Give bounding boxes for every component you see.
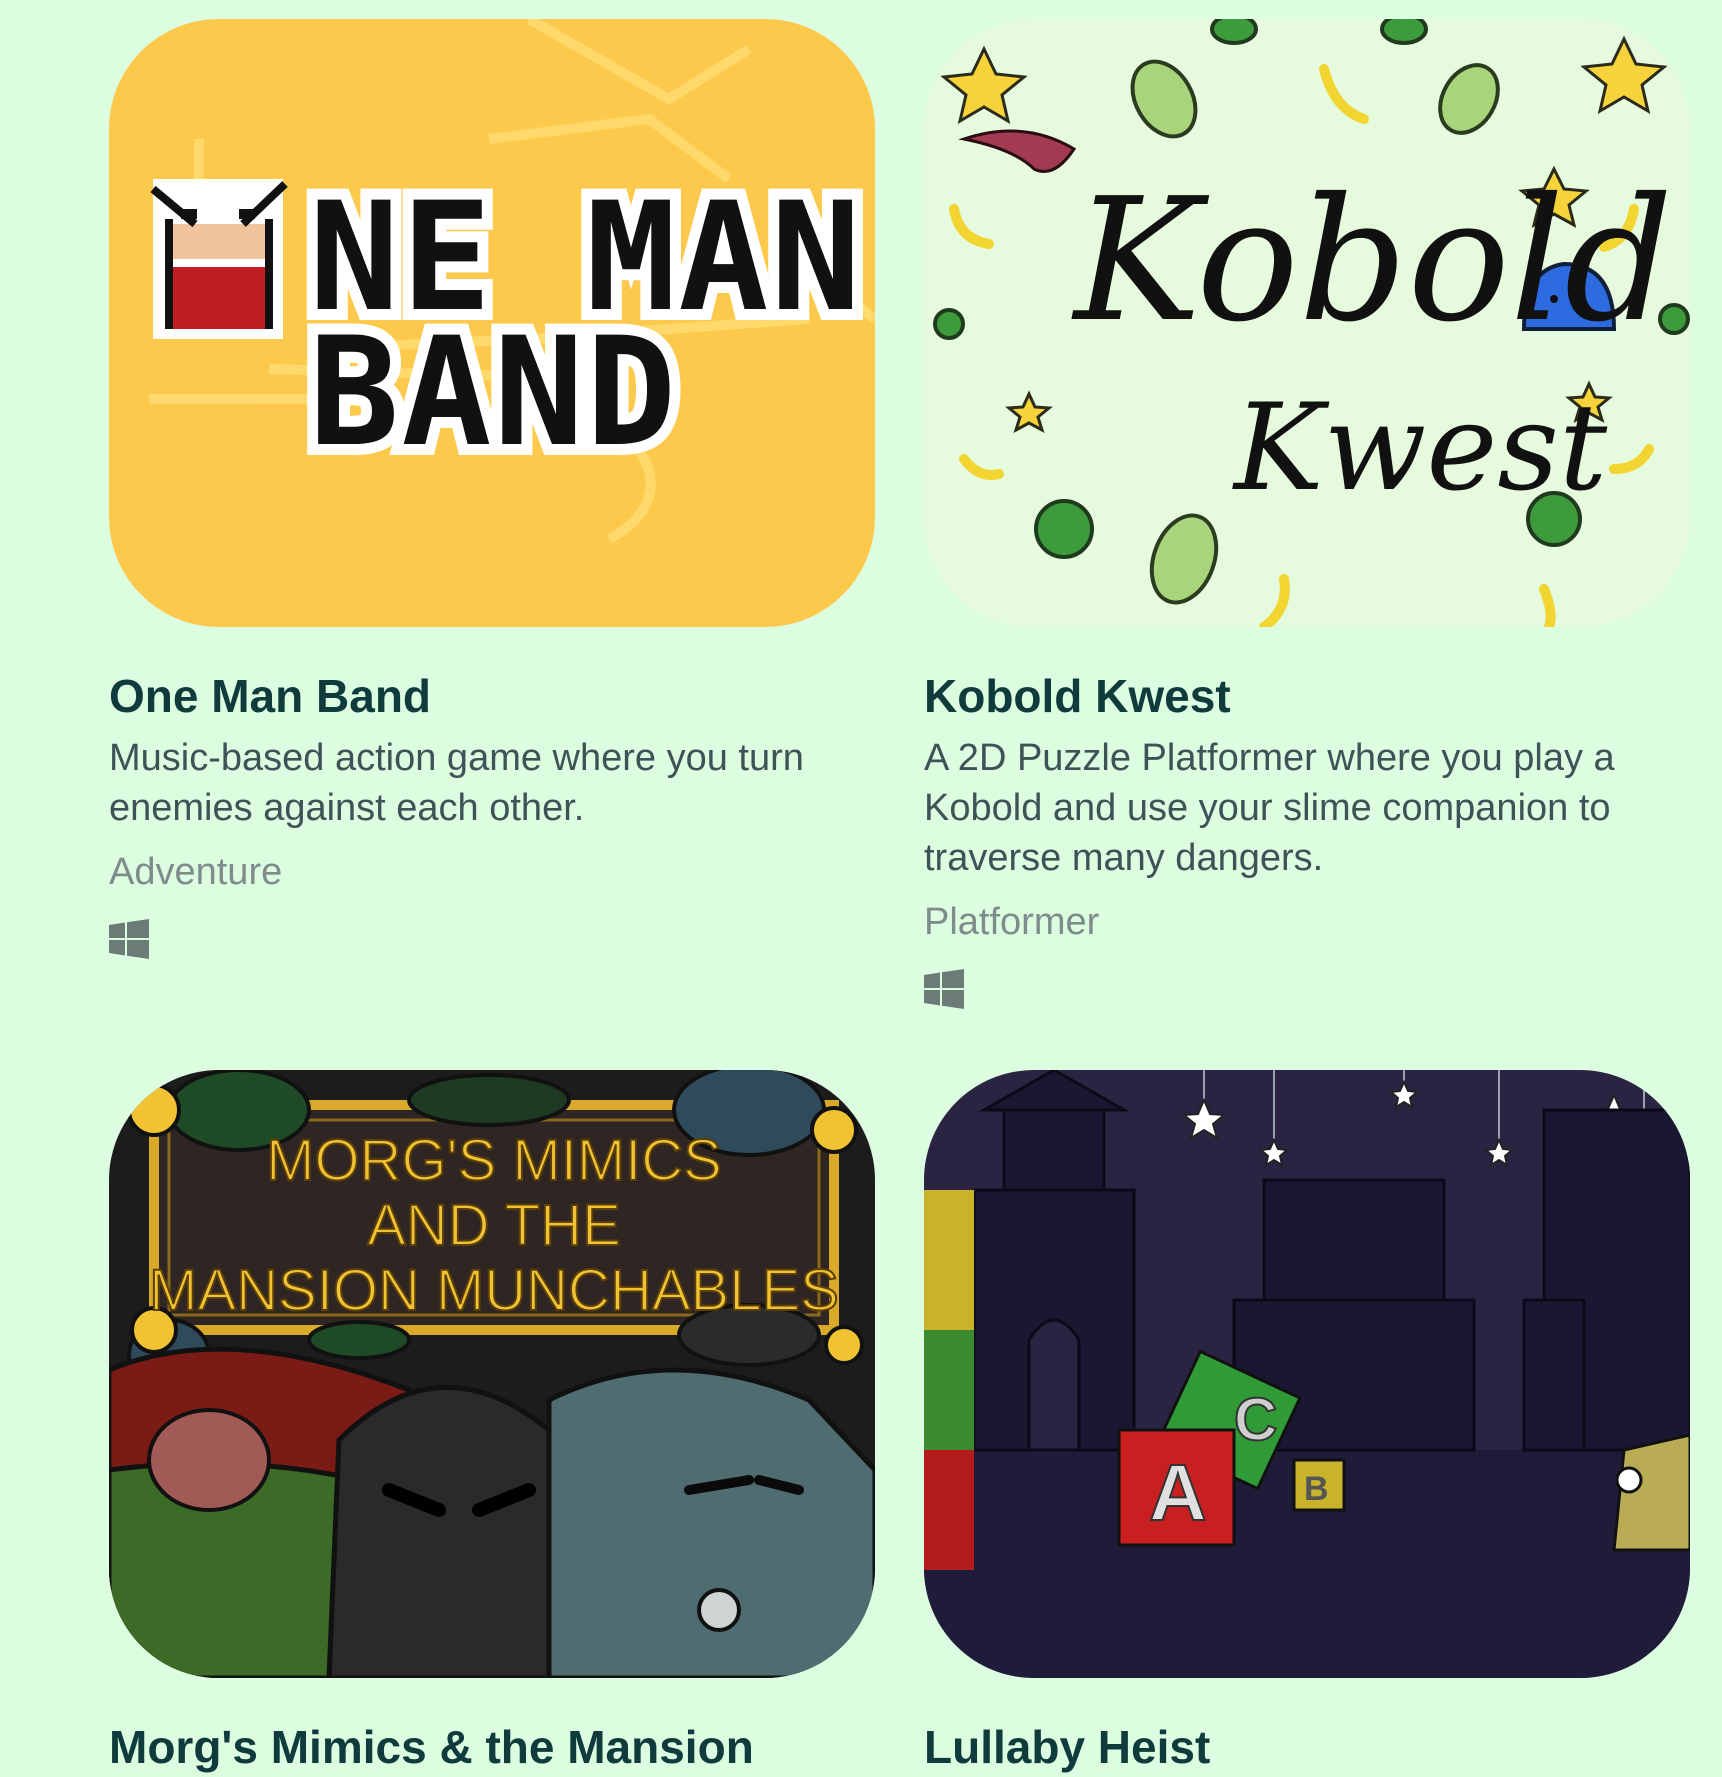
game-description: A 2D Puzzle Platformer where you play a …	[924, 737, 1615, 879]
game-thumbnail-kobold-kwest[interactable]: Kobold Kwest	[924, 19, 1690, 627]
cover-logo-line3: MANSION MUNCHABLES	[149, 1258, 839, 1323]
game-title[interactable]: One Man Band	[109, 627, 875, 725]
kobold-kwest-cover-art: Kobold Kwest	[924, 19, 1690, 627]
game-description: Music-based action game where you turn e…	[109, 737, 804, 829]
lullaby-heist-cover-art: C A B	[924, 1070, 1690, 1678]
game-thumbnail-lullaby-heist[interactable]: C A B	[924, 1070, 1690, 1678]
game-card: Kobold Kwest Kobold Kwest A 2D Puzzle Pl…	[924, 19, 1690, 1009]
one-man-band-cover-art: NE MAN NE MAN BAND BAND	[109, 19, 875, 627]
cover-logo-line1: MORG'S MIMICS	[266, 1128, 722, 1193]
block-letter-c: C	[1234, 1386, 1277, 1453]
game-genre[interactable]: Platformer	[924, 897, 1690, 947]
cover-logo-line2: BAND	[309, 306, 678, 480]
game-genre[interactable]: Adventure	[109, 847, 875, 897]
game-thumbnail-one-man-band[interactable]: NE MAN NE MAN BAND BAND	[109, 19, 875, 627]
cover-logo-line2: AND THE	[367, 1193, 621, 1258]
windows-icon	[109, 919, 149, 959]
game-title[interactable]: Kobold Kwest	[924, 627, 1690, 725]
block-letter-a: A	[1149, 1448, 1207, 1537]
game-card: MORG'S MIMICS AND THE MANSION MUNCHABLES…	[109, 1070, 875, 1776]
game-title[interactable]: Morg's Mimics & the Mansion	[109, 1678, 875, 1776]
game-card: C A B Lullaby Heist	[924, 1070, 1690, 1776]
cover-logo-line1: Kobold	[1071, 162, 1673, 360]
cover-logo-line2: Kwest	[1232, 379, 1608, 518]
game-card: NE MAN NE MAN BAND BAND One Man Band Mus…	[109, 19, 875, 959]
game-title[interactable]: Lullaby Heist	[924, 1678, 1690, 1776]
windows-icon	[924, 969, 964, 1009]
block-letter-b: B	[1304, 1470, 1329, 1508]
game-grid: NE MAN NE MAN BAND BAND One Man Band Mus…	[0, 0, 1722, 1777]
morgs-mimics-cover-art: MORG'S MIMICS AND THE MANSION MUNCHABLES	[109, 1070, 875, 1678]
game-thumbnail-morgs-mimics[interactable]: MORG'S MIMICS AND THE MANSION MUNCHABLES	[109, 1070, 875, 1678]
